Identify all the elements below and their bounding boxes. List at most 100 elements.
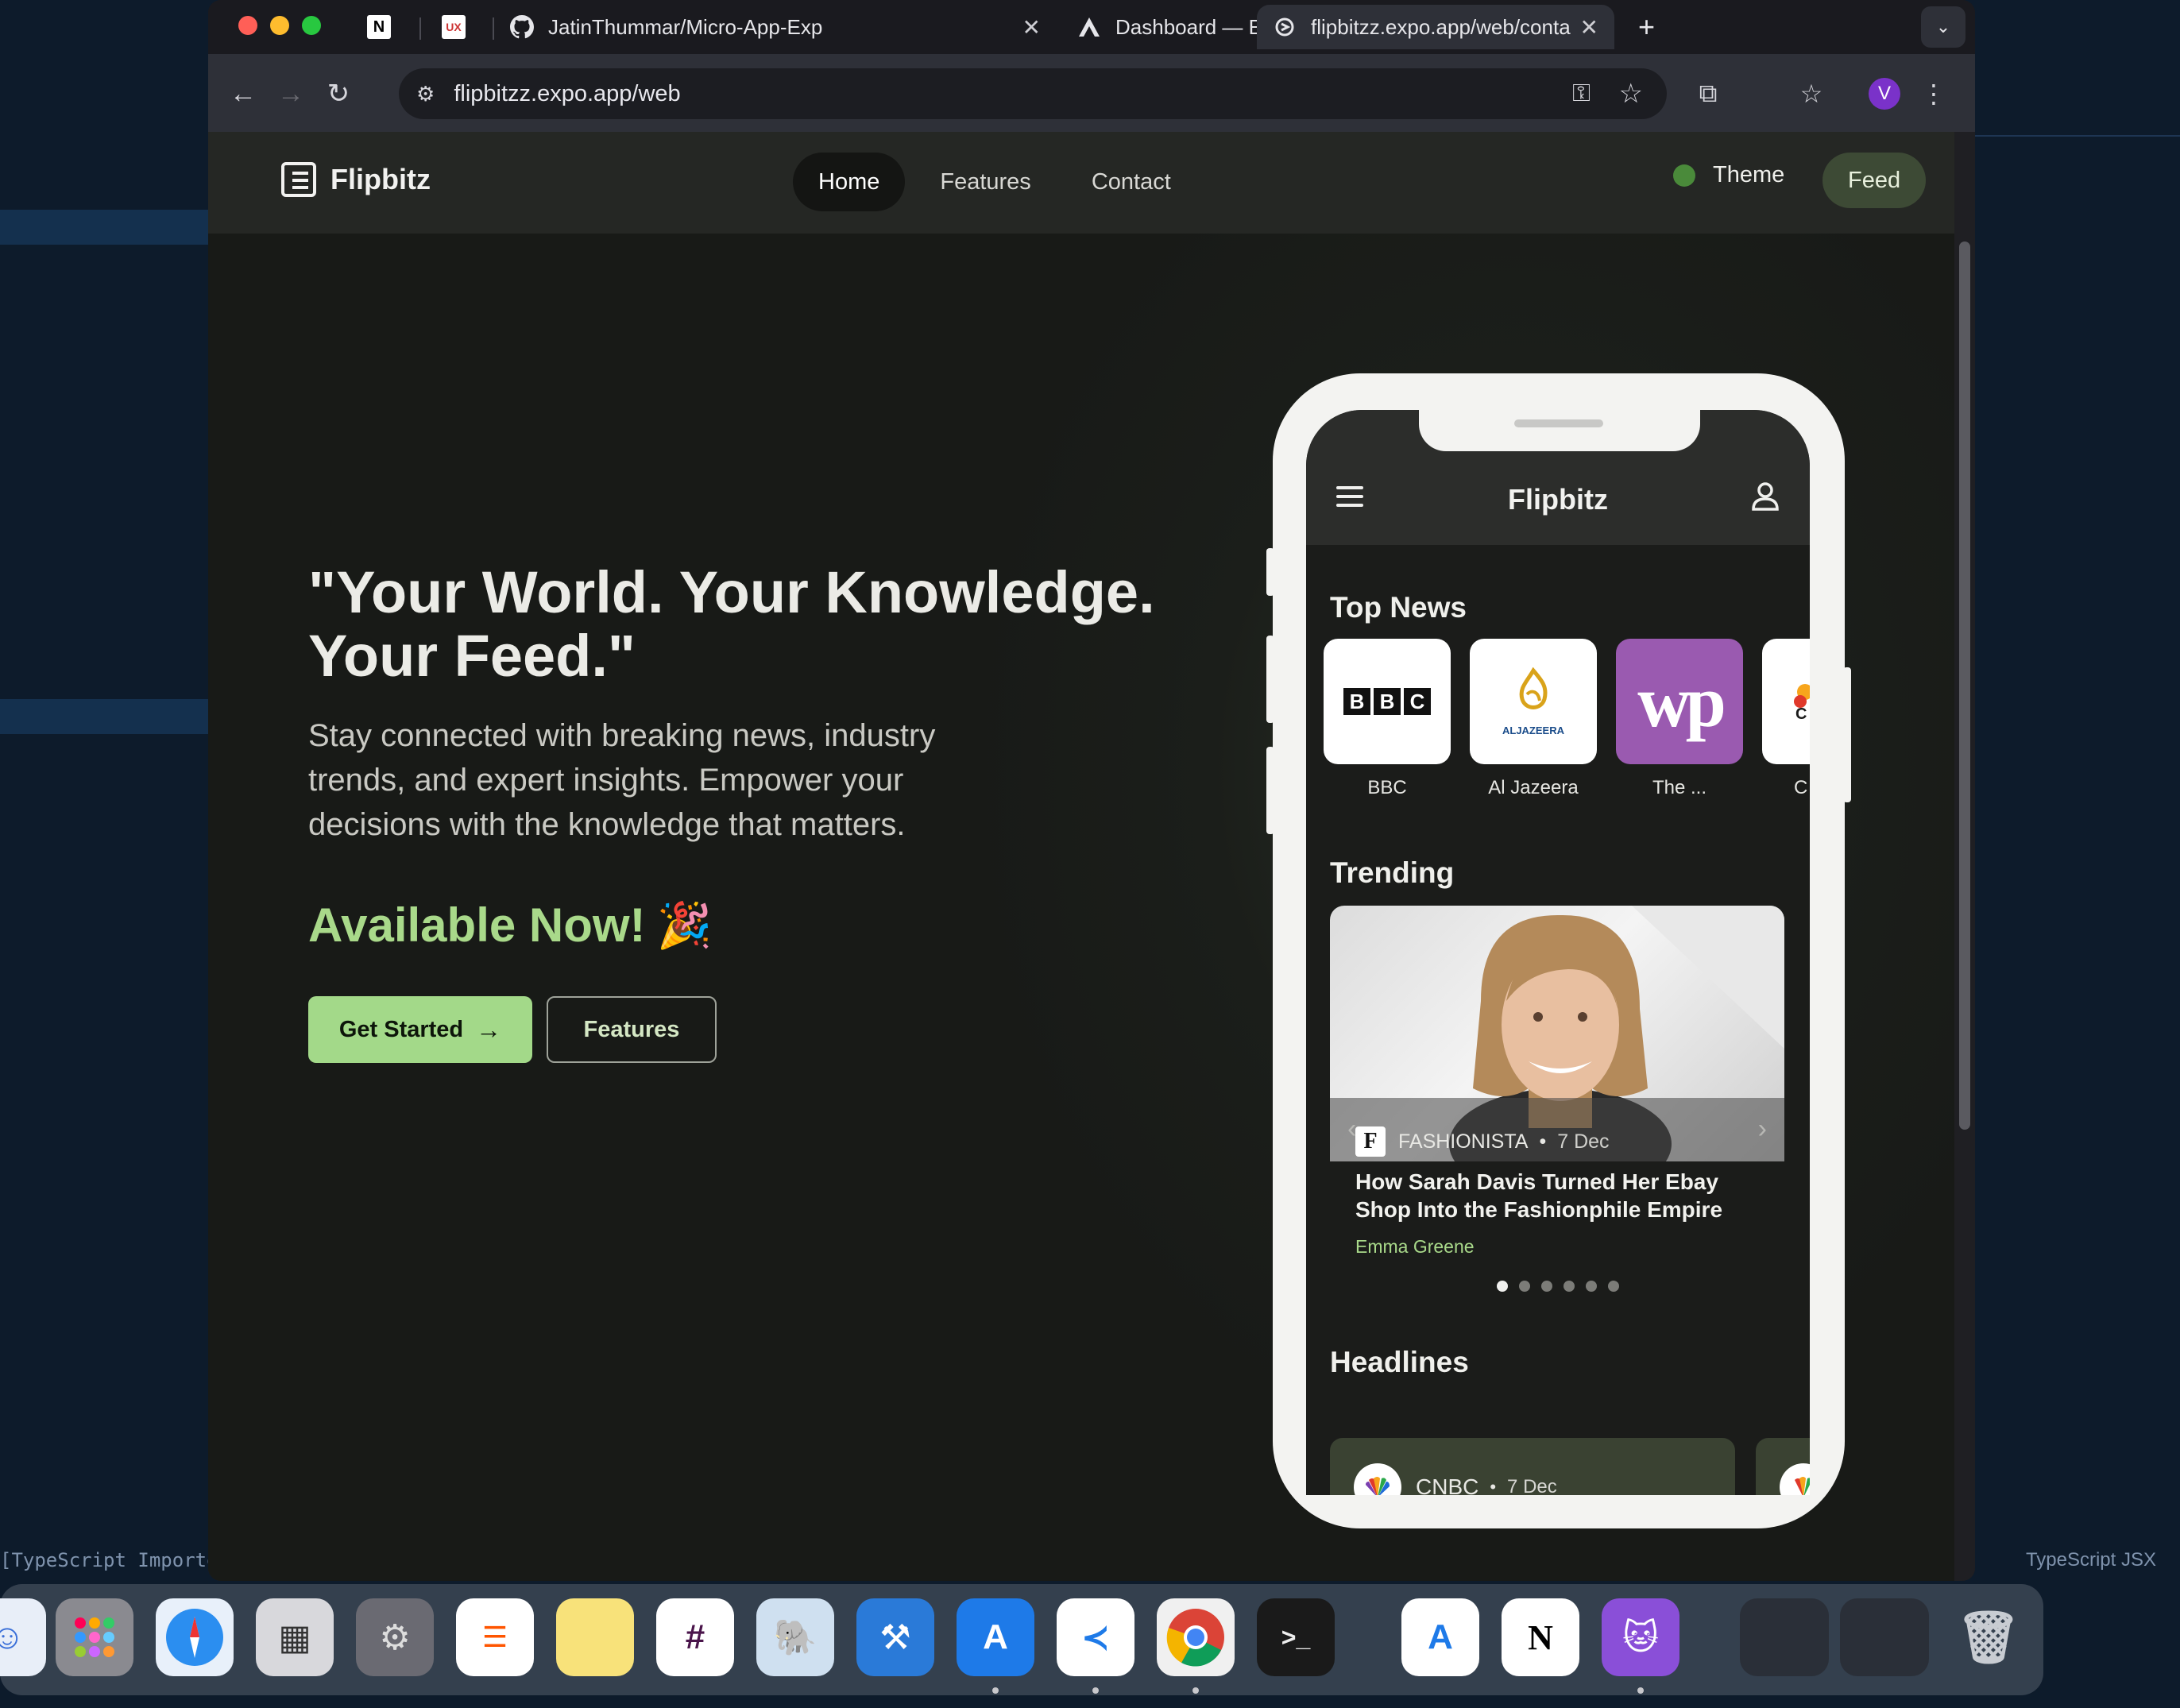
close-window-button[interactable] (238, 16, 257, 35)
tab-bar: N UX JatinThummar/Micro-App-Exp ✕ Dashbo… (208, 0, 1975, 54)
simulator-icon[interactable]: A (957, 1598, 1034, 1676)
slack-icon[interactable]: # (656, 1598, 734, 1676)
cnbc-peacock-icon (1780, 1463, 1810, 1495)
tab-flipbitz[interactable]: flipbitzz.expo.app/web/conta ✕ (1257, 5, 1614, 49)
arrow-right-icon: → (277, 78, 304, 109)
editor-line-highlight (0, 699, 208, 734)
brand[interactable]: Flipbitz (281, 162, 431, 197)
minimized-window-icon[interactable] (1840, 1598, 1929, 1676)
reminders-icon[interactable]: ☰ (456, 1598, 534, 1676)
terminal-icon[interactable]: >_ (1257, 1598, 1335, 1676)
zoom-window-button[interactable] (302, 16, 321, 35)
carousel-dot[interactable] (1608, 1281, 1619, 1292)
tab-uxcel[interactable]: UX (442, 5, 489, 49)
profile-avatar[interactable]: V (1869, 78, 1900, 110)
finder-icon[interactable]: ☺ (0, 1598, 46, 1676)
headline-card[interactable] (1756, 1438, 1810, 1495)
running-indicator (992, 1687, 999, 1694)
forward-button[interactable]: → (275, 78, 307, 110)
favorites-icon[interactable]: ☆ (1794, 76, 1829, 111)
uxcel-icon: UX (442, 15, 466, 39)
nav-features[interactable]: Features (914, 153, 1056, 211)
features-button[interactable]: Features (547, 996, 717, 1063)
carousel-dot[interactable] (1586, 1281, 1597, 1292)
source-al-jazeera[interactable]: ALJAZEERA Al Jazeera (1470, 639, 1597, 799)
github-desktop-icon[interactable]: 🐱 (1602, 1598, 1679, 1676)
more-menu-icon[interactable]: ⋮ (1916, 76, 1951, 111)
chevron-down-icon: ⌄ (1935, 17, 1951, 37)
site-nav-links: Home Features Contact (793, 153, 1196, 211)
tab-notion[interactable]: N (367, 5, 415, 49)
feed-button[interactable]: Feed (1822, 153, 1927, 208)
address-bar[interactable]: ⚙ flipbitzz.expo.app/web ⚿ ☆ (399, 68, 1667, 119)
nav-home[interactable]: Home (793, 153, 906, 211)
source-name: The ... (1652, 777, 1707, 798)
available-now: Available Now! 🎉 (308, 898, 712, 953)
carousel-dot[interactable] (1519, 1281, 1530, 1292)
calculator-icon[interactable]: ▦ (256, 1598, 334, 1676)
trending-card[interactable]: ‹ › F FASHIONISTA • 7 Dec How Sarah Davi… (1330, 906, 1784, 1263)
source-bbc[interactable]: BBC BBC (1324, 639, 1451, 799)
cnn-logo: C (1762, 639, 1810, 764)
headline-card[interactable]: CNBC • 7 Dec (1330, 1438, 1735, 1495)
user-icon[interactable] (1751, 481, 1780, 512)
bookmark-star-icon[interactable]: ☆ (1619, 78, 1643, 110)
safari-icon[interactable] (156, 1598, 234, 1676)
fashionista-logo: F (1355, 1126, 1386, 1157)
notes-icon[interactable] (556, 1598, 634, 1676)
system-settings-icon[interactable]: ⚙ (356, 1598, 434, 1676)
running-indicator (1092, 1687, 1099, 1694)
source-cnn[interactable]: C C (1762, 639, 1810, 799)
phone-side-button (1266, 636, 1274, 723)
site-settings-icon[interactable]: ⚙ (416, 82, 435, 106)
plus-icon: + (1638, 10, 1656, 43)
chrome-icon[interactable] (1157, 1598, 1235, 1676)
svg-text:C: C (1795, 705, 1807, 723)
page-scrollbar[interactable] (1954, 132, 1975, 1581)
key-icon[interactable]: ⚿ (1572, 80, 1591, 107)
available-label: Available Now! (308, 898, 646, 952)
carousel-dot[interactable] (1497, 1281, 1508, 1292)
tab-search-button[interactable]: ⌄ (1921, 6, 1965, 48)
trending-title: Trending (1330, 856, 1455, 889)
chevron-right-icon[interactable]: › (1758, 1114, 1767, 1145)
scrollbar-thumb[interactable] (1959, 242, 1970, 1130)
launchpad-icon[interactable] (56, 1598, 133, 1676)
source-washington-post[interactable]: wp The ... (1616, 639, 1743, 799)
running-indicator (1637, 1687, 1644, 1694)
get-started-label: Get Started (338, 1016, 464, 1042)
source-name: BBC (1367, 777, 1407, 798)
trending-meta: F FASHIONISTA • 7 Dec (1355, 1126, 1610, 1157)
editor-right-panel (1942, 135, 2180, 1565)
vscode-icon[interactable]: ≺ (1057, 1598, 1134, 1676)
phone-screen: Flipbitz Top News BBC BBC ALJAZEERA Al J… (1306, 410, 1810, 1495)
minimized-window-icon[interactable] (1740, 1598, 1829, 1676)
app-title: Flipbitz (1508, 483, 1608, 516)
back-button[interactable]: ← (227, 78, 259, 110)
trash-icon[interactable]: 🗑 (1950, 1598, 2027, 1676)
headline-source: CNBC (1416, 1474, 1479, 1495)
new-tab-button[interactable]: + (1638, 5, 1678, 49)
nav-contact[interactable]: Contact (1066, 153, 1196, 211)
expo-icon (1077, 15, 1101, 39)
xcode-icon[interactable]: ⚒ (856, 1598, 934, 1676)
tab-github[interactable]: JatinThummar/Micro-App-Exp ✕ (510, 5, 1066, 49)
editor-line-highlight (0, 210, 208, 245)
carousel-dot[interactable] (1541, 1281, 1552, 1292)
theme-toggle[interactable]: Theme (1673, 162, 1784, 188)
extensions-icon[interactable]: ⧉ (1691, 76, 1726, 111)
minimize-window-button[interactable] (270, 16, 289, 35)
site-navbar: Flipbitz Home Features Contact Theme Fee… (208, 132, 1954, 234)
close-tab-icon[interactable]: ✕ (1580, 14, 1598, 41)
postgresql-icon[interactable]: 🐘 (756, 1598, 834, 1676)
hero-title: "Your World. Your Knowledge. Your Feed." (308, 559, 1155, 689)
carousel-dot[interactable] (1563, 1281, 1575, 1292)
bbc-logo: BBC (1324, 639, 1451, 764)
tab-label: flipbitzz.expo.app/web/conta (1311, 14, 1571, 39)
notion-icon[interactable]: N (1502, 1598, 1579, 1676)
close-tab-icon[interactable]: ✕ (1022, 14, 1041, 41)
get-started-button[interactable]: Get Started → (308, 996, 532, 1063)
theme-label: Theme (1713, 162, 1785, 187)
reload-button[interactable]: ↻ (323, 78, 354, 110)
app-store-icon[interactable]: A (1401, 1598, 1479, 1676)
